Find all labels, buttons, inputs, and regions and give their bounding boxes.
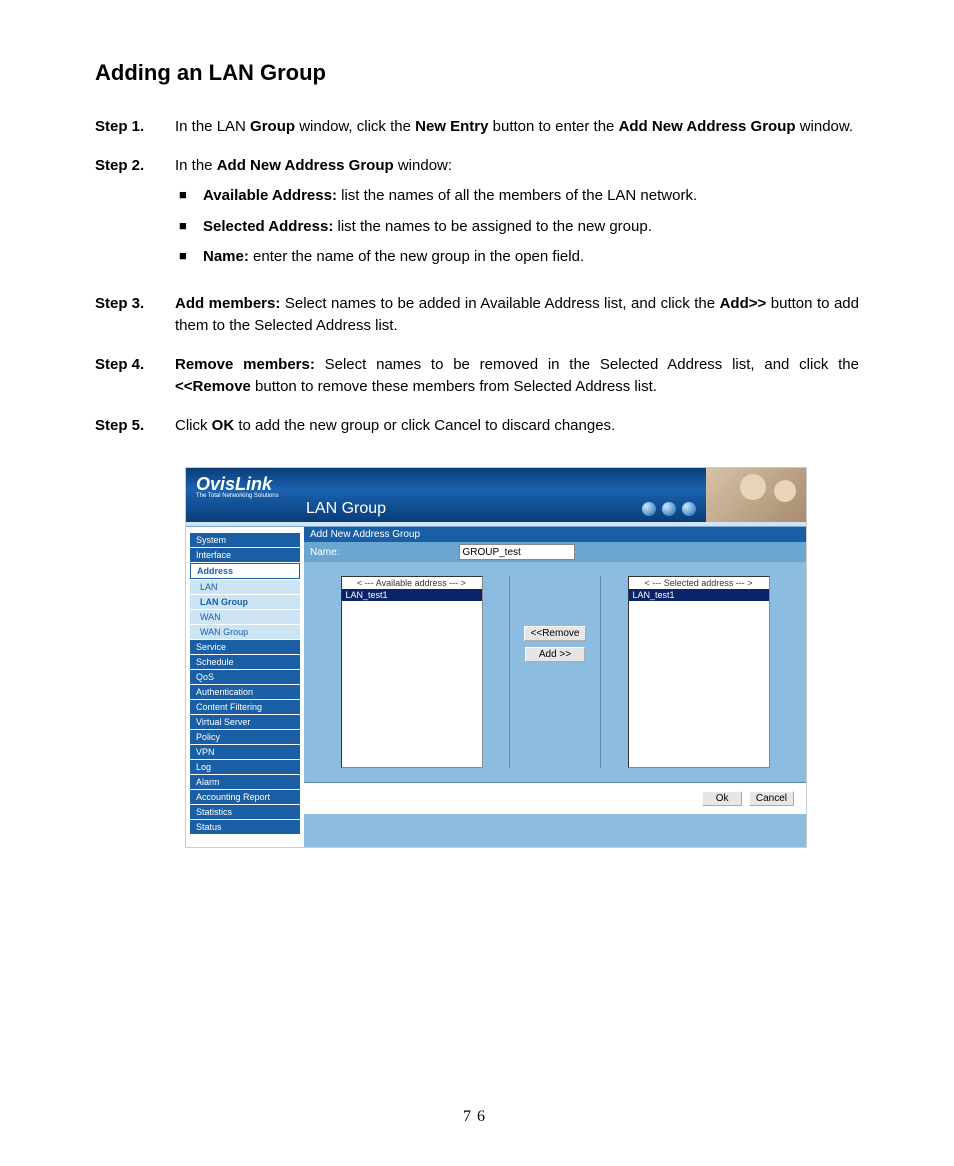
nav-address[interactable]: Address	[190, 563, 300, 579]
logo: OvisLink The Total Networking Solutions	[196, 474, 279, 499]
text: window, click the	[295, 118, 415, 135]
text: window:	[394, 157, 452, 174]
text: Click	[175, 417, 212, 434]
transfer-buttons: <<Remove Add >>	[509, 576, 601, 768]
nav-vpn[interactable]: VPN	[190, 745, 300, 759]
nav-authentication[interactable]: Authentication	[190, 685, 300, 699]
list-header: < --- Selected address --- >	[629, 577, 769, 589]
text: list the names of all the members of the…	[337, 187, 697, 204]
name-input[interactable]	[459, 544, 575, 560]
step-2: Step 2. In the Add New Address Group win…	[95, 155, 859, 277]
globe-icon	[662, 502, 676, 516]
step-label: Step 3.	[95, 293, 175, 338]
cancel-button[interactable]: Cancel	[749, 791, 794, 806]
header-photo	[706, 468, 806, 522]
text: Select names to be added in Available Ad…	[280, 295, 719, 312]
text: list the names to be assigned to the new…	[333, 218, 652, 235]
selected-address-list[interactable]: < --- Selected address --- > LAN_test1	[628, 576, 770, 768]
text-bold: Add New Address Group	[619, 118, 796, 135]
panel-header: Add New Address Group	[304, 527, 806, 542]
bullet: Name: enter the name of the new group in…	[175, 246, 859, 269]
step-body: Add members: Select names to be added in…	[175, 293, 859, 338]
text: In the LAN	[175, 118, 250, 135]
text-bold: Add>>	[720, 295, 767, 312]
text-bold: OK	[212, 417, 235, 434]
nav-alarm[interactable]: Alarm	[190, 775, 300, 789]
nav-qos[interactable]: QoS	[190, 670, 300, 684]
step-1: Step 1. In the LAN Group window, click t…	[95, 116, 859, 139]
footer-buttons: Ok Cancel	[304, 783, 806, 814]
logo-text: OvisLink	[196, 474, 272, 494]
name-row: Name:	[304, 542, 806, 562]
add-button[interactable]: Add >>	[525, 647, 585, 662]
embedded-screenshot: OvisLink The Total Networking Solutions …	[185, 467, 807, 848]
nav-content-filtering[interactable]: Content Filtering	[190, 700, 300, 714]
text-bold: <<Remove	[175, 378, 251, 395]
text: Select names to be removed in the Select…	[315, 356, 859, 373]
nav-accounting-report[interactable]: Accounting Report	[190, 790, 300, 804]
text-bold: Add New Address Group	[217, 157, 394, 174]
header-title: LAN Group	[306, 500, 386, 518]
globe-icon	[642, 502, 656, 516]
text: button to remove these members from Sele…	[251, 378, 657, 395]
nav-status[interactable]: Status	[190, 820, 300, 834]
list-item[interactable]: LAN_test1	[342, 589, 482, 601]
step-body: In the LAN Group window, click the New E…	[175, 116, 859, 139]
step-label: Step 1.	[95, 116, 175, 139]
text: button to enter the	[488, 118, 618, 135]
step-5: Step 5. Click OK to add the new group or…	[95, 415, 859, 438]
logo-subtitle: The Total Networking Solutions	[196, 493, 279, 499]
ok-button[interactable]: Ok	[702, 791, 742, 806]
nav-policy[interactable]: Policy	[190, 730, 300, 744]
nav-service[interactable]: Service	[190, 640, 300, 654]
nav-lan-group[interactable]: LAN Group	[190, 595, 300, 609]
step-4: Step 4. Remove members: Select names to …	[95, 354, 859, 399]
globe-icon	[682, 502, 696, 516]
nav-schedule[interactable]: Schedule	[190, 655, 300, 669]
bullet: Available Address: list the names of all…	[175, 185, 859, 208]
nav-lan[interactable]: LAN	[190, 580, 300, 594]
step-body: In the Add New Address Group window: Ava…	[175, 155, 859, 277]
text-bold: Available Address:	[203, 187, 337, 204]
nav-wan[interactable]: WAN	[190, 610, 300, 624]
page-number: 76	[95, 1108, 859, 1126]
text-bold: Selected Address:	[203, 218, 333, 235]
text: In the	[175, 157, 217, 174]
available-address-list[interactable]: < --- Available address --- > LAN_test1	[341, 576, 483, 768]
list-item[interactable]: LAN_test1	[629, 589, 769, 601]
text: window.	[796, 118, 854, 135]
remove-button[interactable]: <<Remove	[524, 626, 587, 641]
text-bold: Add members:	[175, 295, 280, 312]
text-bold: Remove members:	[175, 356, 315, 373]
step-label: Step 2.	[95, 155, 175, 277]
step-body: Click OK to add the new group or click C…	[175, 415, 859, 438]
step-3: Step 3. Add members: Select names to be …	[95, 293, 859, 338]
step-label: Step 4.	[95, 354, 175, 399]
page-title: Adding an LAN Group	[95, 60, 859, 86]
text: to add the new group or click Cancel to …	[234, 417, 615, 434]
nav-wan-group[interactable]: WAN Group	[190, 625, 300, 639]
app-header: OvisLink The Total Networking Solutions …	[186, 468, 806, 522]
sidebar: System Interface Address LAN LAN Group W…	[186, 527, 304, 847]
text-bold: Name:	[203, 248, 249, 265]
globe-icons	[642, 502, 696, 516]
name-label: Name:	[310, 547, 339, 558]
nav-interface[interactable]: Interface	[190, 548, 300, 562]
text-bold: Group	[250, 118, 295, 135]
step-label: Step 5.	[95, 415, 175, 438]
list-header: < --- Available address --- >	[342, 577, 482, 589]
nav-statistics[interactable]: Statistics	[190, 805, 300, 819]
step-body: Remove members: Select names to be remov…	[175, 354, 859, 399]
bullet: Selected Address: list the names to be a…	[175, 216, 859, 239]
text: enter the name of the new group in the o…	[249, 248, 584, 265]
nav-virtual-server[interactable]: Virtual Server	[190, 715, 300, 729]
text-bold: New Entry	[415, 118, 488, 135]
main-panel: Add New Address Group Name: < --- Availa…	[304, 527, 806, 847]
nav-system[interactable]: System	[190, 533, 300, 547]
nav-log[interactable]: Log	[190, 760, 300, 774]
